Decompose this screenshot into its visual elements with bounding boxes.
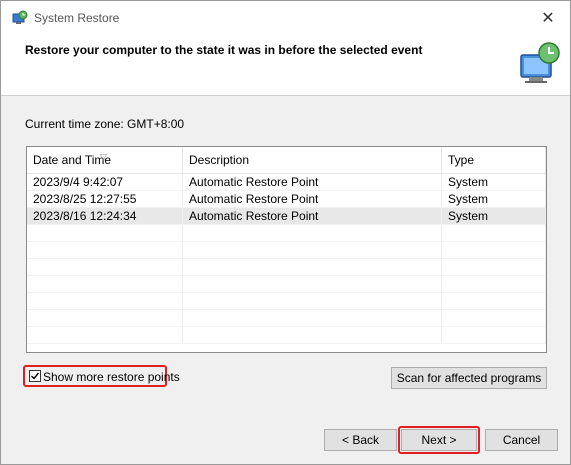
empty-row	[27, 293, 546, 310]
empty-row	[27, 259, 546, 276]
checkmark-icon	[31, 372, 40, 380]
row-type: System	[442, 174, 546, 191]
row-type: System	[442, 191, 546, 208]
close-button[interactable]: ✕	[526, 1, 570, 35]
window-title: System Restore	[34, 11, 120, 25]
empty-row	[27, 310, 546, 327]
show-more-restore-points-highlight: Show more restore points	[23, 365, 180, 387]
empty-row	[27, 225, 546, 242]
row-description: Automatic Restore Point	[183, 174, 442, 191]
scan-affected-programs-button[interactable]: Scan for affected programs	[391, 367, 547, 389]
table-row[interactable]: 2023/9/4 9:42:07 Automatic Restore Point…	[27, 174, 546, 191]
system-restore-window: System Restore ✕ Restore your computer t…	[0, 0, 571, 465]
table-row[interactable]: 2023/8/25 12:27:55 Automatic Restore Poi…	[27, 191, 546, 208]
next-button[interactable]: Next >	[401, 429, 477, 451]
close-icon: ✕	[541, 10, 555, 27]
column-header-description[interactable]: Description	[183, 147, 442, 173]
column-header-date[interactable]: ▽ Date and Time	[27, 147, 183, 173]
show-more-restore-points-checkbox[interactable]	[29, 370, 41, 382]
system-restore-icon	[12, 10, 28, 26]
header-divider	[1, 95, 570, 96]
restore-points-list[interactable]: ▽ Date and Time Description Type 2023/9/…	[26, 146, 547, 353]
show-more-restore-points-label[interactable]: Show more restore points	[43, 370, 180, 384]
back-button[interactable]: < Back	[324, 429, 397, 451]
row-description: Automatic Restore Point	[183, 208, 442, 225]
restore-computer-icon	[515, 39, 563, 87]
table-row-selected[interactable]: 2023/8/16 12:24:34 Automatic Restore Poi…	[27, 208, 546, 225]
cancel-button[interactable]: Cancel	[485, 429, 558, 451]
empty-row	[27, 242, 546, 259]
row-date: 2023/8/16 12:24:34	[27, 208, 183, 225]
row-date: 2023/9/4 9:42:07	[27, 174, 183, 191]
timezone-label: Current time zone: GMT+8:00	[25, 117, 185, 131]
sort-descending-icon: ▽	[100, 152, 107, 162]
empty-row	[27, 327, 546, 344]
row-type: System	[442, 208, 546, 225]
empty-row	[27, 276, 546, 293]
list-header: ▽ Date and Time Description Type	[27, 147, 546, 174]
wizard-header: Restore your computer to the state it wa…	[1, 35, 570, 95]
column-header-type[interactable]: Type	[442, 147, 546, 173]
title-bar: System Restore ✕	[1, 1, 570, 35]
page-title: Restore your computer to the state it wa…	[25, 43, 423, 57]
column-header-label: Type	[448, 153, 475, 167]
row-date: 2023/8/25 12:27:55	[27, 191, 183, 208]
column-header-label: Description	[189, 153, 250, 167]
list-rows: 2023/9/4 9:42:07 Automatic Restore Point…	[27, 174, 546, 344]
row-description: Automatic Restore Point	[183, 191, 442, 208]
